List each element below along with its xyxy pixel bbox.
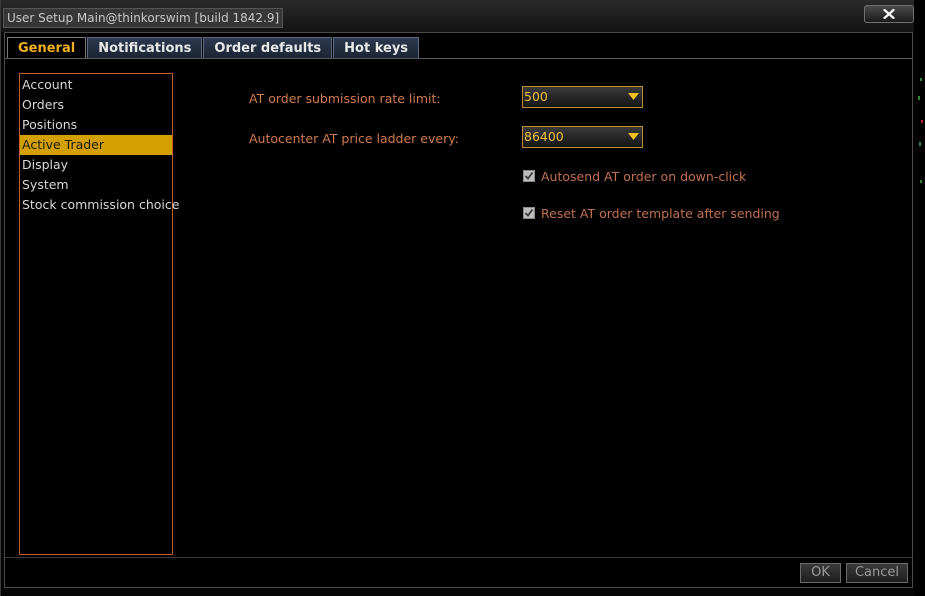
autocenter-dropdown[interactable]: 86400: [522, 126, 643, 148]
tab-divider: [5, 58, 913, 59]
autocenter-value: 86400: [524, 129, 564, 144]
chevron-down-icon: [628, 93, 639, 100]
window-title: User Setup Main@thinkorswim [build 1842.…: [3, 8, 284, 28]
user-setup-window: User Setup Main@thinkorswim [build 1842.…: [0, 0, 925, 596]
category-list[interactable]: Account Orders Positions Active Trader D…: [19, 73, 179, 555]
title-bar[interactable]: User Setup Main@thinkorswim [build 1842.…: [1, 0, 925, 32]
ok-button[interactable]: OK: [800, 563, 841, 583]
chart-tick: [920, 180, 922, 183]
category-item-display[interactable]: Display: [20, 155, 172, 175]
category-item-positions[interactable]: Positions: [20, 115, 172, 135]
chart-tick: [921, 120, 923, 123]
checkmark-icon: [524, 208, 534, 217]
chart-tick: [920, 78, 922, 81]
chevron-down-icon: [628, 133, 639, 140]
category-item-stock-commission-choice[interactable]: Stock commission choice: [20, 195, 179, 215]
autosend-checkbox[interactable]: [523, 170, 535, 182]
chart-tick: [919, 142, 921, 146]
footer-divider: [5, 557, 913, 558]
autosend-option: Autosend AT order on down-click: [523, 168, 746, 184]
cancel-button[interactable]: Cancel: [846, 563, 908, 583]
tab-order-defaults[interactable]: Order defaults: [203, 37, 333, 59]
category-item-account[interactable]: Account: [20, 75, 172, 95]
rate-limit-label: AT order submission rate limit:: [249, 91, 441, 106]
autosend-label[interactable]: Autosend AT order on down-click: [541, 169, 746, 184]
reset-template-option: Reset AT order template after sending: [523, 205, 780, 221]
background-chart-strip: [914, 0, 925, 596]
tab-general[interactable]: General: [7, 37, 87, 59]
category-item-system[interactable]: System: [20, 175, 172, 195]
category-item-orders[interactable]: Orders: [20, 95, 172, 115]
close-button[interactable]: [864, 5, 914, 23]
chart-tick: [918, 96, 920, 100]
autocenter-label: Autocenter AT price ladder every:: [249, 131, 459, 146]
tab-bar: General Notifications Order defaults Hot…: [7, 37, 420, 59]
rate-limit-dropdown[interactable]: 500: [522, 86, 643, 108]
category-item-active-trader[interactable]: Active Trader: [20, 135, 172, 155]
reset-template-label[interactable]: Reset AT order template after sending: [541, 206, 780, 221]
checkmark-icon: [524, 171, 534, 180]
tab-notifications[interactable]: Notifications: [87, 37, 203, 59]
rate-limit-value: 500: [524, 89, 548, 104]
tab-hot-keys[interactable]: Hot keys: [333, 37, 420, 59]
reset-template-checkbox[interactable]: [523, 207, 535, 219]
close-icon: [883, 9, 895, 19]
